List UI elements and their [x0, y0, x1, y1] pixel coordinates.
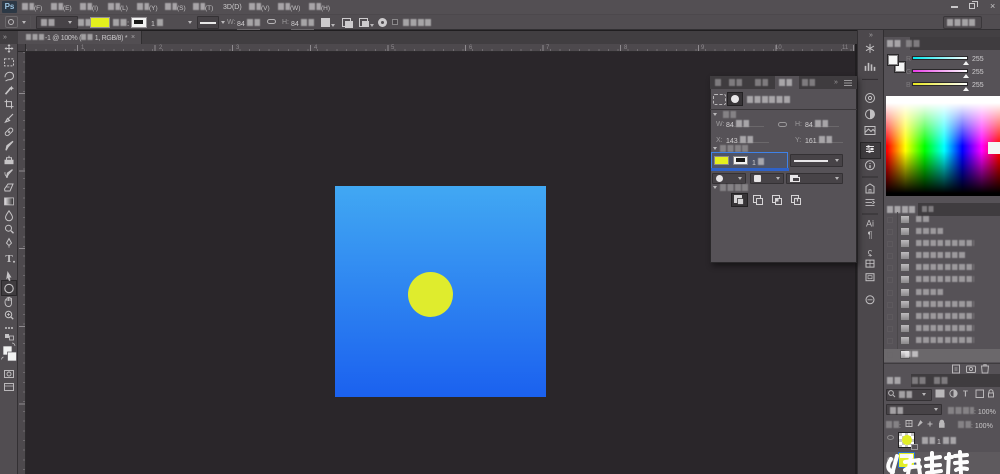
svg-text:¶: ¶: [868, 230, 873, 240]
svg-text:ʢ: ʢ: [868, 248, 873, 258]
svg-text:Ai: Ai: [866, 218, 874, 228]
svg-text:T: T: [963, 390, 968, 399]
svg-text:T: T: [5, 253, 13, 265]
